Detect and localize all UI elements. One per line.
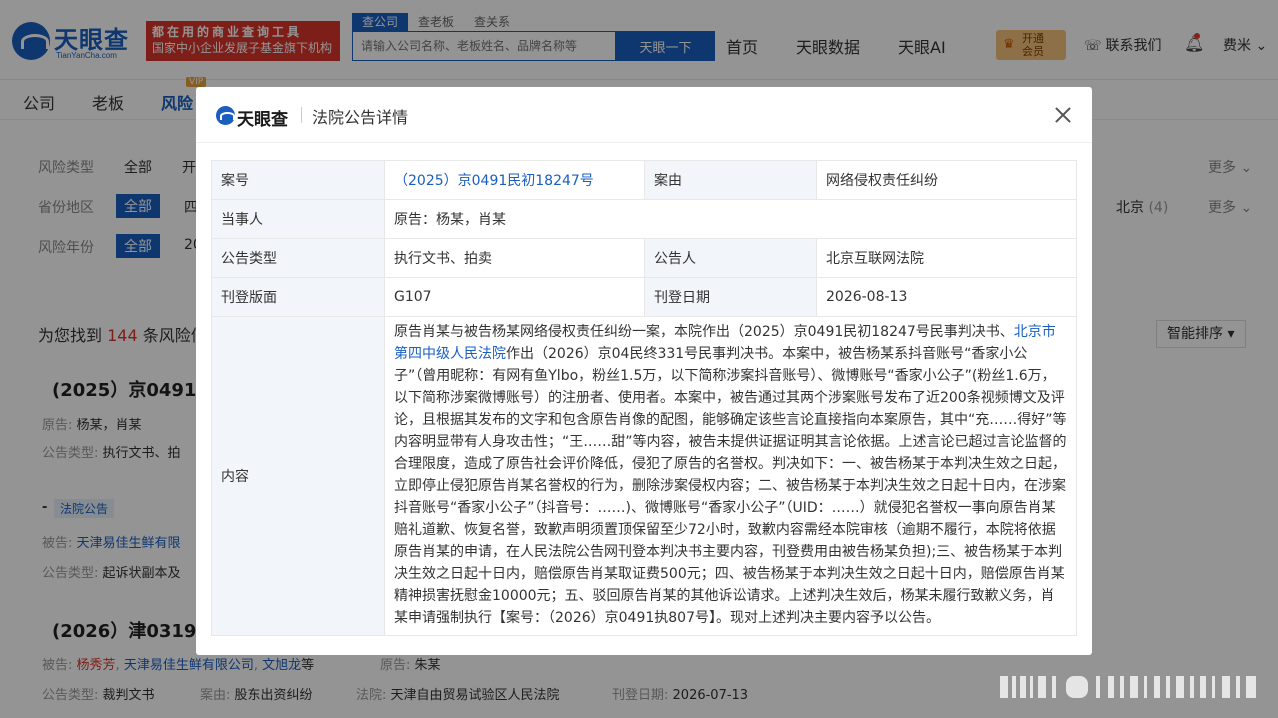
modal-logo: 天眼查: [216, 105, 298, 130]
content-value: 原告肖某与被告杨某网络侵权责任纠纷一案，本院作出（2025）京0491民初182…: [384, 316, 1077, 636]
modal-logo-text: 天眼查: [237, 110, 288, 130]
watermark: [1000, 676, 1256, 698]
announcer-value: 北京互联网法院: [816, 238, 1077, 278]
case-no-label: 案号: [211, 160, 385, 200]
content-label: 内容: [211, 316, 385, 636]
modal-title: 法院公告详情: [312, 108, 409, 127]
court-notice-modal: 天眼查 法院公告详情 案号 （2025）京0491民初18247号 案由 网络侵…: [196, 87, 1092, 655]
modal-header: 天眼查 法院公告详情: [196, 87, 1092, 143]
table-row: 当事人 原告：杨某，肖某: [211, 199, 1077, 239]
modal-header-divider: [301, 107, 302, 123]
content-text-1: 原告肖某与被告杨某网络侵权责任纠纷一案，本院作出（2025）京0491民初182…: [394, 324, 1014, 340]
cause-label: 案由: [644, 160, 817, 200]
notice-detail-table: 案号 （2025）京0491民初18247号 案由 网络侵权责任纠纷 当事人 原…: [211, 160, 1077, 636]
party-label: 当事人: [211, 199, 385, 239]
page-label: 刊登版面: [211, 277, 385, 317]
content-text-2: 作出（2026）京04民终331号民事判决书。本案中，被告杨某系抖音账号“香家小…: [394, 346, 1067, 626]
party-value: 原告：杨某，肖某: [384, 199, 1077, 239]
table-row: 内容 原告肖某与被告杨某网络侵权责任纠纷一案，本院作出（2025）京0491民初…: [211, 316, 1077, 636]
cause-value: 网络侵权责任纠纷: [816, 160, 1077, 200]
case-no-link[interactable]: （2025）京0491民初18247号: [384, 160, 645, 200]
notice-type-label: 公告类型: [211, 238, 385, 278]
notice-type-value: 执行文书、拍卖: [384, 238, 645, 278]
announcer-label: 公告人: [644, 238, 817, 278]
table-row: 案号 （2025）京0491民初18247号 案由 网络侵权责任纠纷: [211, 160, 1077, 200]
publish-date-value: 2026-08-13: [816, 277, 1077, 317]
publish-date-label: 刊登日期: [644, 277, 817, 317]
page-value: G107: [384, 277, 645, 317]
table-row: 公告类型 执行文书、拍卖 公告人 北京互联网法院: [211, 238, 1077, 278]
modal-logo-eye-icon: [216, 106, 235, 125]
table-row: 刊登版面 G107 刊登日期 2026-08-13: [211, 277, 1077, 317]
close-icon[interactable]: [1050, 102, 1076, 128]
